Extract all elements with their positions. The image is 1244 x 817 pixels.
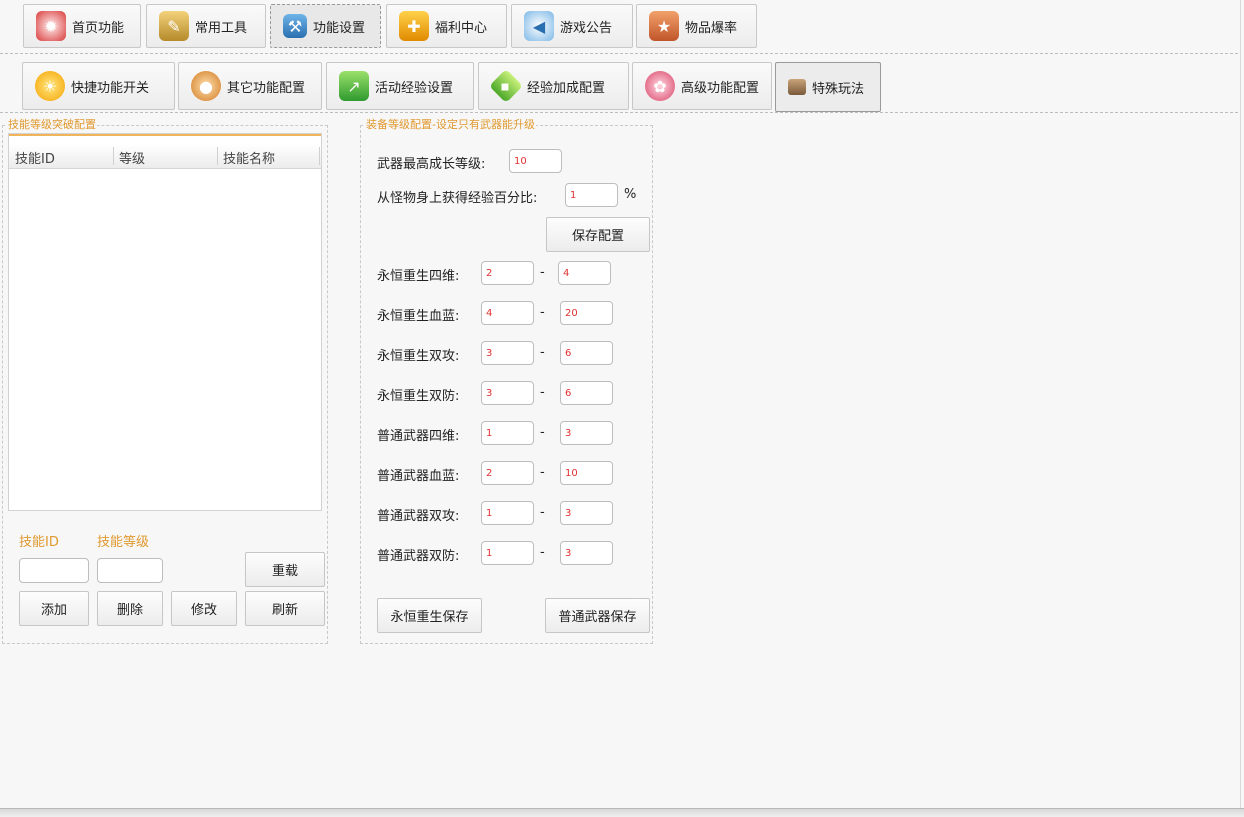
range-dash: - xyxy=(540,265,545,280)
tab-welfare-center[interactable]: ✚ 福利中心 xyxy=(386,4,507,48)
add-button[interactable]: 添加 xyxy=(19,591,89,626)
column-level[interactable]: 等级 xyxy=(119,148,145,167)
min-input[interactable]: 1 xyxy=(481,541,534,565)
mushroom-icon: ● xyxy=(191,71,221,101)
max-input[interactable]: 3 xyxy=(560,501,613,525)
box-icon xyxy=(788,79,806,95)
min-input[interactable]: 4 xyxy=(481,301,534,325)
tab-common-tools[interactable]: ✎ 常用工具 xyxy=(146,4,266,48)
max-input[interactable]: 6 xyxy=(560,381,613,405)
hammer-icon: ⚒ xyxy=(283,14,307,38)
row-label: 普通武器双攻: xyxy=(377,509,460,524)
tab-game-announcement[interactable]: ◀ 游戏公告 xyxy=(511,4,633,48)
range-dash: - xyxy=(540,345,545,360)
range-dash: - xyxy=(540,545,545,560)
range-dash: - xyxy=(540,465,545,480)
monster-exp-percent-input[interactable]: 1 xyxy=(565,183,618,207)
delete-button[interactable]: 删除 xyxy=(97,591,163,626)
min-input[interactable]: 1 xyxy=(481,501,534,525)
row-label: 普通武器双防: xyxy=(377,549,460,564)
exp-arrow-icon: ↗ xyxy=(339,71,369,101)
tab-label: 活动经验设置 xyxy=(375,80,454,96)
column-skill-id[interactable]: 技能ID xyxy=(15,148,55,167)
subtab-quick-switches[interactable]: ☀ 快捷功能开关 xyxy=(22,62,175,110)
tab-label: 首页功能 xyxy=(72,20,125,36)
skill-level-label: 技能等级 xyxy=(97,535,150,550)
row-label: 永恒重生双防: xyxy=(377,389,460,404)
subtab-advanced-config[interactable]: ✿ 高级功能配置 xyxy=(632,62,772,110)
min-input[interactable]: 2 xyxy=(481,461,534,485)
min-input[interactable]: 3 xyxy=(481,381,534,405)
row-label: 永恒重生双攻: xyxy=(377,349,460,364)
subtab-other-config[interactable]: ● 其它功能配置 xyxy=(178,62,322,110)
tab-label: 高级功能配置 xyxy=(681,80,760,96)
tab-label: 游戏公告 xyxy=(560,20,613,36)
panel-title: 装备等级配置-设定只有武器能升级 xyxy=(366,118,535,131)
sun-icon: ☀ xyxy=(35,71,65,101)
min-input[interactable]: 1 xyxy=(481,421,534,445)
tab-label: 特殊玩法 xyxy=(812,81,865,97)
tab-label: 快捷功能开关 xyxy=(71,80,150,96)
tab-label: 常用工具 xyxy=(195,20,248,36)
tab-feature-settings[interactable]: ⚒ 功能设置 xyxy=(270,4,381,48)
exp-diamond-icon: ◆ xyxy=(489,69,523,103)
megaphone-icon: ◀ xyxy=(524,11,554,41)
min-input[interactable]: 2 xyxy=(481,261,534,285)
divider xyxy=(0,53,1238,54)
tab-item-drop-rate[interactable]: ★ 物品爆率 xyxy=(636,4,757,48)
tab-home-features[interactable]: ✹ 首页功能 xyxy=(23,4,141,48)
panel-title: 技能等级突破配置 xyxy=(8,118,96,131)
badge-icon: ✿ xyxy=(645,71,675,101)
range-dash: - xyxy=(540,425,545,440)
max-input[interactable]: 6 xyxy=(560,341,613,365)
maple-leaf-icon: ✹ xyxy=(36,11,66,41)
min-input[interactable]: 3 xyxy=(481,341,534,365)
skill-id-input[interactable] xyxy=(19,558,89,583)
column-skill-name[interactable]: 技能名称 xyxy=(223,148,275,167)
save-normal-weapon-button[interactable]: 普通武器保存 xyxy=(545,598,650,633)
gift-icon: ✚ xyxy=(399,11,429,41)
row-label: 永恒重生四维: xyxy=(377,269,460,284)
save-config-button[interactable]: 保存配置 xyxy=(546,217,650,252)
skill-level-input[interactable] xyxy=(97,558,163,583)
skill-id-label: 技能ID xyxy=(19,535,59,550)
window-right-border xyxy=(1240,0,1241,810)
column-divider xyxy=(319,147,320,165)
modify-button[interactable]: 修改 xyxy=(171,591,237,626)
tab-label: 经验加成配置 xyxy=(527,80,606,96)
tab-label: 福利中心 xyxy=(435,20,488,36)
list-header: 技能ID 等级 技能名称 xyxy=(9,144,321,169)
list-accent-line xyxy=(9,134,321,136)
save-eternal-button[interactable]: 永恒重生保存 xyxy=(377,598,482,633)
tab-label: 功能设置 xyxy=(313,20,366,36)
range-dash: - xyxy=(540,505,545,520)
max-input[interactable]: 3 xyxy=(560,541,613,565)
skill-list-view[interactable]: 技能ID 等级 技能名称 xyxy=(8,133,322,511)
row-label: 永恒重生血蓝: xyxy=(377,309,460,324)
max-input[interactable]: 10 xyxy=(560,461,613,485)
range-dash: - xyxy=(540,305,545,320)
subtab-special-gameplay[interactable]: 特殊玩法 xyxy=(775,62,881,112)
monster-exp-percent-label: 从怪物身上获得经验百分比: xyxy=(377,191,538,206)
reload-button[interactable]: 重载 xyxy=(245,552,325,587)
subtab-event-exp[interactable]: ↗ 活动经验设置 xyxy=(326,62,474,110)
tools-icon: ✎ xyxy=(159,11,189,41)
row-label: 普通武器四维: xyxy=(377,429,460,444)
scroll-icon: ★ xyxy=(649,11,679,41)
percent-sign: % xyxy=(624,187,637,202)
column-divider xyxy=(217,147,218,165)
weapon-max-level-input[interactable]: 10 xyxy=(509,149,562,173)
max-input[interactable]: 20 xyxy=(560,301,613,325)
row-label: 普通武器血蓝: xyxy=(377,469,460,484)
refresh-button[interactable]: 刷新 xyxy=(245,591,325,626)
tab-label: 其它功能配置 xyxy=(227,80,306,96)
weapon-max-level-label: 武器最高成长等级: xyxy=(377,157,486,172)
divider xyxy=(0,112,1238,113)
max-input[interactable]: 4 xyxy=(558,261,611,285)
max-input[interactable]: 3 xyxy=(560,421,613,445)
subtab-exp-bonus[interactable]: ◆ 经验加成配置 xyxy=(478,62,629,110)
range-dash: - xyxy=(540,385,545,400)
tab-label: 物品爆率 xyxy=(685,20,738,36)
column-divider xyxy=(113,147,114,165)
